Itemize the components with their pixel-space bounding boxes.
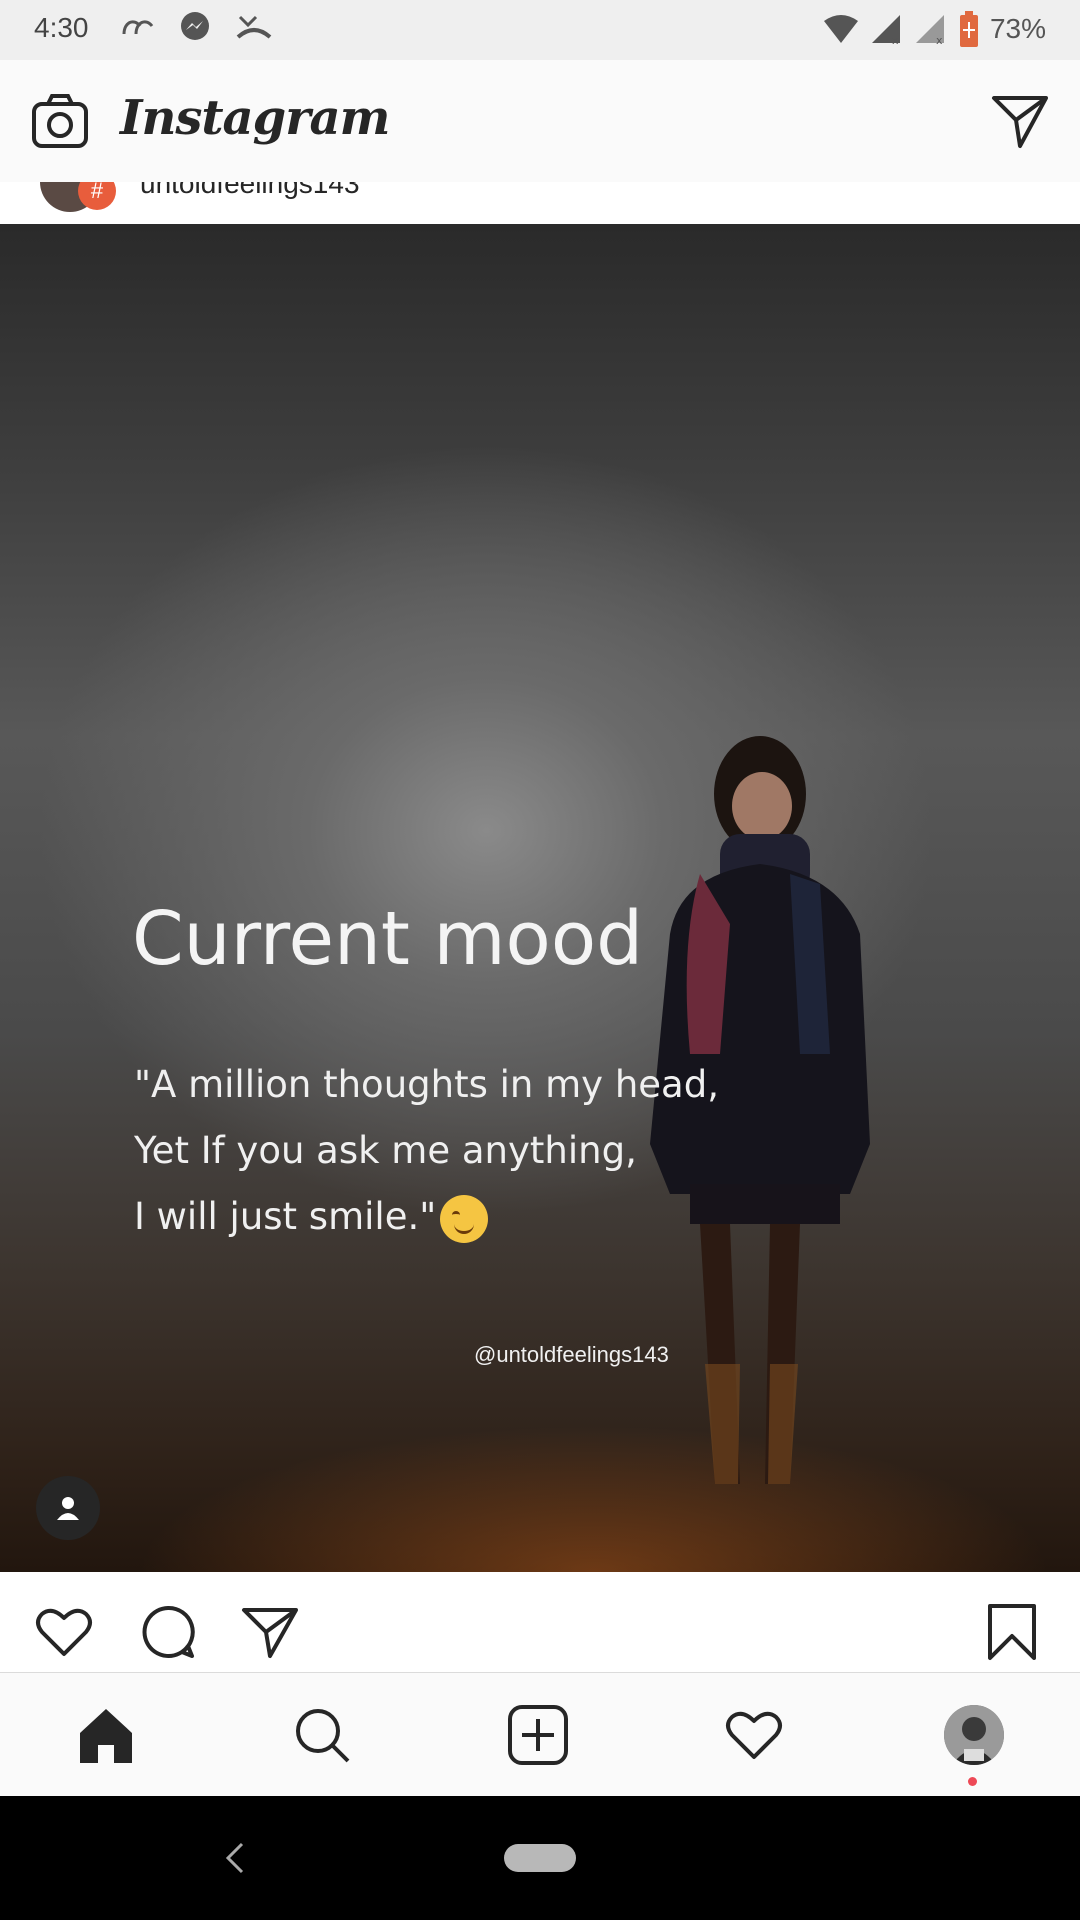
tagged-people-button[interactable] <box>36 1476 100 1540</box>
quote-line-text: I will just smile." <box>134 1195 437 1238</box>
home-icon[interactable] <box>76 1705 136 1765</box>
search-icon[interactable] <box>292 1705 352 1765</box>
profile-avatar[interactable] <box>944 1705 1004 1765</box>
post-actions <box>0 1572 1080 1672</box>
instagram-logo: Instagram <box>120 90 390 146</box>
post-watermark: @untoldfeelings143 <box>474 1342 669 1367</box>
share-icon[interactable] <box>240 1602 300 1662</box>
post-username[interactable]: untoldfeelings143 <box>140 182 360 200</box>
heart-icon[interactable] <box>34 1602 94 1662</box>
status-bar: 4:30 x x 73% <box>0 0 1080 60</box>
bookmark-icon[interactable] <box>982 1602 1042 1662</box>
quote-line: I will just smile." <box>134 1184 734 1250</box>
post-quote: "A million thoughts in my head, Yet If y… <box>134 1052 734 1250</box>
direct-message-icon[interactable] <box>990 92 1050 150</box>
messenger-icon <box>181 12 209 40</box>
missed-call-icon <box>236 15 272 39</box>
status-time: 4:30 <box>34 12 89 43</box>
status-left-icons <box>120 10 274 44</box>
camera-icon[interactable] <box>30 92 90 152</box>
svg-text:x: x <box>892 34 899 45</box>
call-forward-icon <box>122 20 154 35</box>
activity-heart-icon[interactable] <box>724 1705 784 1765</box>
battery-percent: 73% <box>989 13 1046 44</box>
home-gesture-pill[interactable] <box>504 1844 576 1872</box>
svg-text:x: x <box>936 34 943 45</box>
quote-line: "A million thoughts in my head, <box>134 1063 719 1106</box>
system-navigation-bar <box>0 1796 1080 1920</box>
back-icon[interactable] <box>220 1840 250 1876</box>
signal-icon: x <box>871 15 900 45</box>
post-header: # untoldfeelings143 <box>0 182 1080 224</box>
add-post-icon[interactable] <box>508 1705 568 1765</box>
post-image[interactable]: Current mood "A million thoughts in my h… <box>0 224 1080 1572</box>
person-icon <box>57 1497 79 1520</box>
quote-line: Yet If you ask me anything, <box>134 1129 637 1172</box>
avatar-image <box>944 1705 1004 1765</box>
notification-dot <box>968 1777 977 1786</box>
post-title-text: Current mood <box>132 896 644 982</box>
battery-icon <box>959 11 978 47</box>
comment-icon[interactable] <box>138 1602 198 1662</box>
wifi-icon <box>823 15 858 43</box>
signal-icon: x <box>915 15 944 45</box>
status-right-icons: x x 73% <box>822 10 1046 48</box>
app-header: Instagram <box>0 60 1080 183</box>
bottom-navigation <box>0 1672 1080 1797</box>
smile-emoji-icon <box>440 1194 489 1243</box>
